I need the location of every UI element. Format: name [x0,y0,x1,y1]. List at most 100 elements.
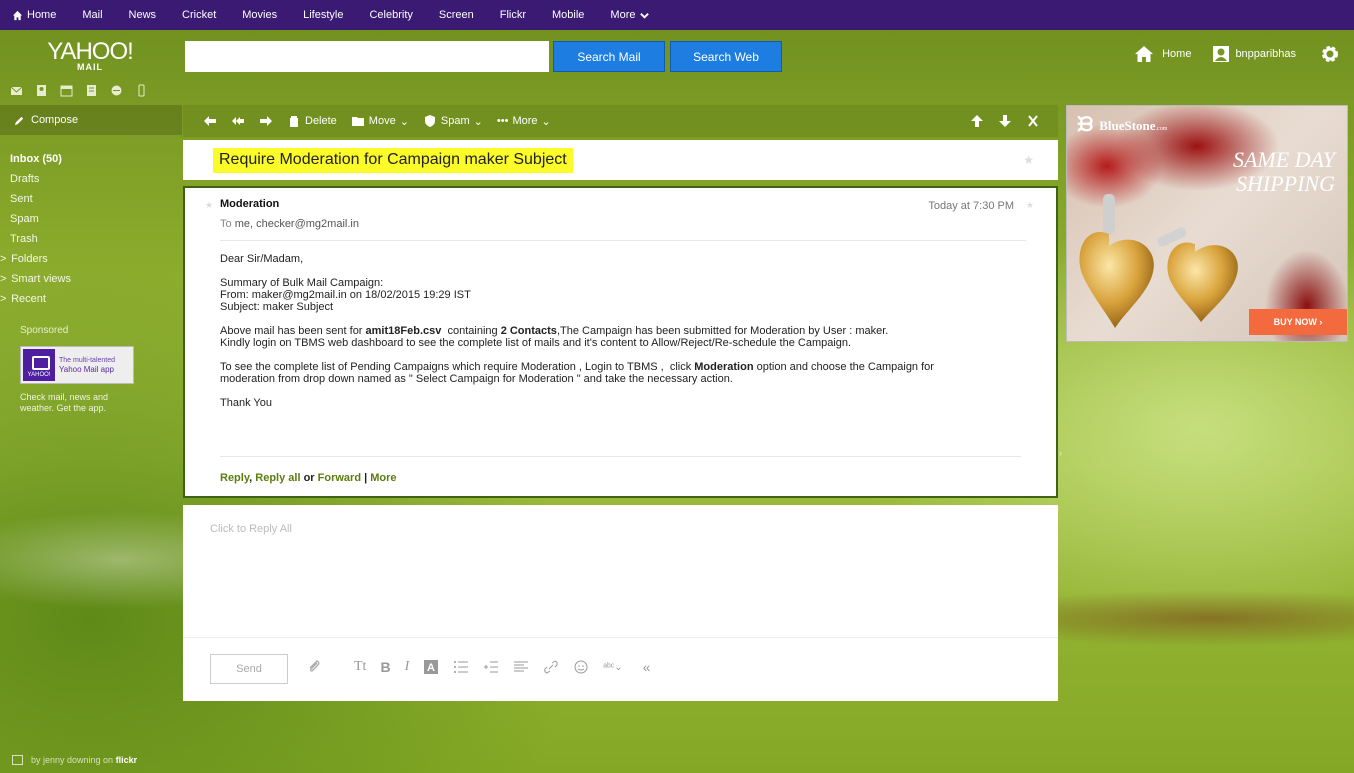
text-size-icon[interactable]: Tt [354,659,366,675]
reply-area[interactable]: Click to Reply All Send Tt B I A ᵃᵇᶜ⌄ « [183,505,1058,701]
home-icon[interactable] [1134,44,1154,64]
folder-label: Smart views [11,273,71,285]
sender-name[interactable]: Moderation [220,198,1021,210]
arrow-up-icon[interactable] [970,115,984,127]
star-icon[interactable]: ★ [205,200,213,211]
folder-recent[interactable]: > Recent [0,291,71,311]
spellcheck-icon[interactable]: ᵃᵇᶜ⌄ [603,662,622,673]
align-icon[interactable] [513,659,529,675]
user-avatar-icon[interactable] [1211,44,1231,64]
background-credit[interactable]: by jenny downing on flickr [12,755,137,765]
spam-button[interactable]: Spam ⌄ [423,115,483,128]
bold-icon[interactable]: B [380,659,390,675]
folder-smart-views[interactable]: > Smart views [0,271,71,291]
mobile-icon[interactable] [135,84,148,97]
move-button[interactable]: Move ⌄ [351,115,409,128]
italic-icon[interactable]: I [405,659,410,675]
nav-news[interactable]: News [129,9,157,21]
ad-buy-now-button[interactable]: BUY NOW › [1249,309,1347,335]
arrow-down-icon[interactable] [998,115,1012,127]
chevron-down-icon: ⌄ [399,115,409,128]
nav-lifestyle[interactable]: Lifestyle [303,9,343,21]
reply-links: Reply, Reply all or Forward | More [220,472,397,484]
nav-movies[interactable]: Movies [242,9,277,21]
notepad-icon[interactable] [85,84,98,97]
body-text: option and choose the Campaign for [753,361,934,373]
mail-icon[interactable] [10,84,23,97]
forward-button[interactable] [259,115,273,127]
yahoo-mail-logo[interactable]: YAHOO! MAIL [40,38,140,72]
nav-mail[interactable]: Mail [82,9,102,21]
delete-button[interactable]: Delete [287,115,337,127]
reply-toolbar-divider [183,637,1058,638]
messenger-icon[interactable] [110,84,123,97]
emoji-icon[interactable] [573,659,589,675]
star-icon[interactable]: ★ [1023,153,1034,167]
chevron-right-icon: > [0,293,7,305]
nav-home-label: Home [27,9,57,21]
folder-sent[interactable]: Sent [10,191,71,211]
paragraph-2: To see the complete list of Pending Camp… [220,361,1021,385]
chevron-right-icon[interactable]: › [1059,448,1062,458]
message-card: ★ Moderation Today at 7:30 PM ★ To me, c… [183,186,1058,498]
nav-flickr[interactable]: Flickr [500,9,526,21]
text-color-icon[interactable]: A [423,659,439,675]
nav-more-label: More [610,9,636,21]
folder-spam[interactable]: Spam [10,211,71,231]
shield-icon [424,115,435,127]
nav-more[interactable]: More [610,9,650,21]
more-link[interactable]: More [370,472,396,484]
nav-celebrity[interactable]: Celebrity [369,9,412,21]
more-button[interactable]: ••• More ⌄ [497,115,551,128]
message-subject: Require Moderation for Campaign maker Su… [213,147,573,173]
close-icon[interactable] [1026,115,1040,127]
body-text: containing [441,325,501,337]
nav-home[interactable]: Home [12,9,56,21]
sponsored-ad[interactable]: YAHOO! The multi-talented Yahoo Mail app [20,346,134,384]
reply-link[interactable]: Reply [220,472,249,484]
bullet-list-icon[interactable] [453,659,469,675]
reply-placeholder[interactable]: Click to Reply All [210,523,292,535]
search-mail-button[interactable]: Search Mail [553,41,665,72]
top-nav: Home Mail News Cricket Movies Lifestyle … [0,0,1354,30]
compose-label: Compose [31,114,79,126]
reply-button[interactable] [203,115,217,127]
chevron-down-icon: ⌄ [473,115,483,128]
attach-icon[interactable] [306,659,322,675]
indent-icon[interactable] [483,659,499,675]
reply-all-link[interactable]: Reply all [255,472,300,484]
collapse-toolbar-icon[interactable]: « [643,659,651,675]
search-input[interactable] [185,41,549,72]
nav-cricket[interactable]: Cricket [182,9,216,21]
reply-all-icon [232,117,244,125]
recipient-list[interactable]: me, checker@mg2mail.in [235,218,359,230]
header-home-link[interactable]: Home [1162,48,1191,60]
star-icon[interactable]: ★ [1026,200,1034,211]
bluestone-ad[interactable]: ᙖ BlueStone.com SAME DAY SHIPPING BUY NO… [1066,105,1348,342]
forward-arrow-icon [260,116,272,126]
folder-inbox[interactable]: Inbox (50) [10,151,71,171]
reply-all-button[interactable] [231,115,245,127]
yahoo-mail-app-icon: YAHOO! [23,349,55,381]
nav-screen[interactable]: Screen [439,9,474,21]
compose-button[interactable]: Compose [0,105,182,135]
toolbar-right [970,115,1040,127]
send-button[interactable]: Send [210,654,288,684]
username-link[interactable]: bnpparibhas [1235,48,1296,60]
folder-drafts[interactable]: Drafts [10,171,71,191]
link-icon[interactable] [543,659,559,675]
folder-list: Inbox (50) Drafts Sent Spam Trash > Fold… [0,151,71,311]
contacts-icon[interactable] [35,84,48,97]
search-web-button[interactable]: Search Web [670,41,782,72]
chevron-right-icon: > [0,253,7,265]
gear-icon[interactable] [1320,44,1340,64]
folder-trash[interactable]: Trash [10,231,71,251]
nav-mobile[interactable]: Mobile [552,9,584,21]
summary-line: Subject: maker Subject [220,301,334,313]
sponsored-label: Sponsored [20,325,69,336]
folder-folders[interactable]: > Folders [0,251,71,271]
folder-label: Recent [11,293,46,305]
calendar-icon[interactable] [60,84,73,97]
forward-link[interactable]: Forward [318,472,361,484]
folder-label: Drafts [10,173,40,185]
